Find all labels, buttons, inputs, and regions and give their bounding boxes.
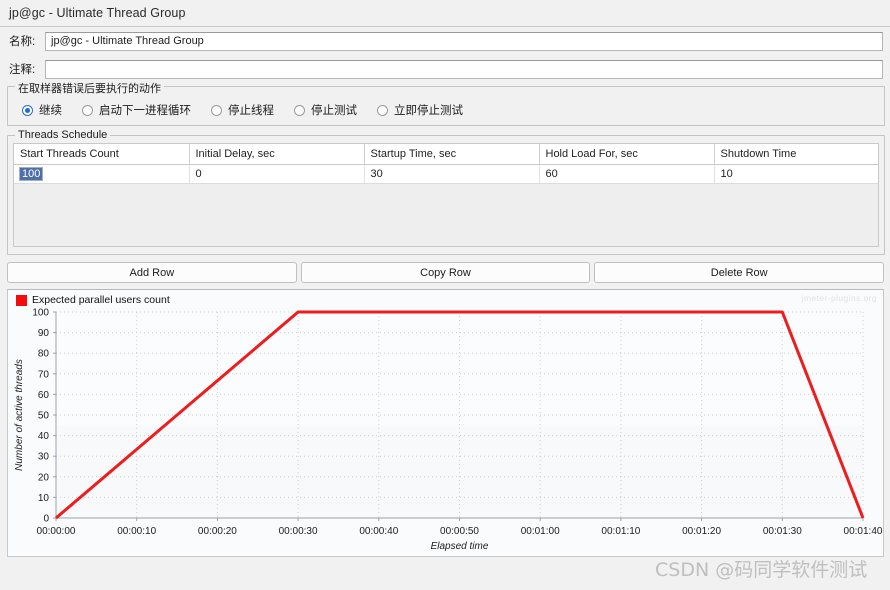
svg-text:40: 40 (38, 431, 50, 442)
svg-text:00:00:20: 00:00:20 (198, 526, 237, 537)
svg-text:10: 10 (38, 493, 50, 504)
threads-schedule-group: Threads Schedule Start Threads Count Ini… (7, 129, 885, 255)
name-input[interactable]: jp@gc - Ultimate Thread Group (45, 31, 883, 51)
svg-text:0: 0 (43, 514, 49, 525)
cell-startup-time[interactable]: 30 (364, 164, 540, 184)
svg-text:00:00:50: 00:00:50 (440, 526, 479, 537)
radio-continue[interactable]: 继续 (22, 102, 62, 118)
page-title: jp@gc - Ultimate Thread Group (9, 6, 186, 20)
column-header-startup-time[interactable]: Startup Time, sec (364, 144, 540, 165)
add-row-button[interactable]: Add Row (7, 262, 297, 283)
column-header-start-threads-count[interactable]: Start Threads Count (14, 144, 190, 165)
svg-text:Elapsed time: Elapsed time (431, 541, 489, 552)
radio-stop-test-now-label: 立即停止测试 (394, 105, 463, 117)
svg-text:00:01:40: 00:01:40 (844, 526, 883, 537)
svg-text:20: 20 (38, 472, 50, 483)
name-label: 名称: (9, 36, 36, 48)
ultimate-thread-group-panel: jp@gc - Ultimate Thread Group 名称: jp@gc … (0, 0, 890, 590)
radio-mark-icon (82, 104, 93, 116)
column-header-shutdown-time[interactable]: Shutdown Time (714, 144, 878, 165)
svg-text:90: 90 (38, 328, 50, 339)
radio-stop-test[interactable]: 停止测试 (294, 102, 357, 118)
delete-row-button[interactable]: Delete Row (594, 262, 885, 283)
cell-start-threads-count-value[interactable]: 100 (18, 167, 44, 181)
panel-titlebar: jp@gc - Ultimate Thread Group (0, 0, 890, 27)
column-header-initial-delay[interactable]: Initial Delay, sec (189, 144, 365, 165)
svg-text:30: 30 (38, 452, 50, 463)
comment-label: 注释: (9, 64, 36, 76)
svg-text:70: 70 (38, 369, 50, 380)
radio-mark-icon (22, 104, 33, 116)
cell-hold-load-for[interactable]: 60 (539, 164, 715, 184)
overlay-watermark: CSDN @码同学软件测试 (655, 559, 868, 581)
threads-schedule-group-title: Threads Schedule (15, 129, 111, 141)
radio-start-next-loop-label: 启动下一进程循环 (99, 105, 191, 117)
radio-mark-icon (377, 104, 388, 116)
expected-load-chart: Expected parallel users count jmeter-plu… (7, 289, 884, 557)
table-header-row: Start Threads Count Initial Delay, sec S… (14, 144, 878, 165)
copy-row-button[interactable]: Copy Row (300, 262, 591, 283)
radio-mark-icon (294, 104, 305, 116)
error-action-group-title: 在取样器错误后要执行的动作 (15, 80, 164, 96)
svg-text:00:01:10: 00:01:10 (601, 526, 640, 537)
svg-text:50: 50 (38, 411, 50, 422)
svg-text:00:00:00: 00:00:00 (37, 526, 76, 537)
radio-stop-thread-label: 停止线程 (228, 105, 274, 117)
radio-stop-thread[interactable]: 停止线程 (211, 102, 274, 118)
threads-schedule-table-wrap: Start Threads Count Initial Delay, sec S… (13, 143, 879, 247)
chart-canvas: 0 10 20 30 40 50 60 70 80 90 100 00:00:00 00:00:10 00… (14, 308, 883, 553)
svg-text:00:01:00: 00:01:00 (521, 526, 560, 537)
radio-continue-label: 继续 (39, 105, 62, 117)
svg-text:00:00:30: 00:00:30 (279, 526, 318, 537)
svg-text:00:01:30: 00:01:30 (763, 526, 802, 537)
table-row[interactable]: 100 0 30 60 10 (14, 164, 878, 184)
radio-stop-test-now[interactable]: 立即停止测试 (377, 102, 463, 118)
svg-text:00:00:10: 00:00:10 (117, 526, 156, 537)
chart-watermark: jmeter-plugins.org (801, 293, 877, 303)
table-action-buttons: Add Row Copy Row Delete Row (7, 262, 885, 283)
threads-schedule-table: Start Threads Count Initial Delay, sec S… (14, 144, 878, 184)
radio-mark-icon (211, 104, 222, 116)
svg-text:100: 100 (32, 308, 49, 319)
svg-text:00:01:20: 00:01:20 (682, 526, 721, 537)
cell-shutdown-time[interactable]: 10 (714, 164, 878, 184)
cell-initial-delay[interactable]: 0 (189, 164, 365, 184)
svg-text:00:00:40: 00:00:40 (359, 526, 398, 537)
radio-start-next-loop[interactable]: 启动下一进程循环 (82, 102, 191, 118)
name-field-row: 名称: jp@gc - Ultimate Thread Group (0, 27, 890, 55)
legend-label: Expected parallel users count (32, 294, 170, 306)
comment-input[interactable] (45, 59, 883, 79)
svg-text:Number of active threads: Number of active threads (14, 359, 25, 471)
column-header-hold-load-for[interactable]: Hold Load For, sec (539, 144, 715, 165)
radio-stop-test-label: 停止测试 (311, 105, 357, 117)
cell-start-threads-count[interactable]: 100 (14, 164, 190, 184)
svg-text:60: 60 (38, 390, 50, 401)
chart-legend: Expected parallel users count (16, 294, 170, 306)
legend-swatch-icon (16, 294, 27, 306)
svg-text:80: 80 (38, 349, 50, 360)
comment-field-row: 注释: (0, 55, 890, 83)
error-action-group: 在取样器错误后要执行的动作 继续 启动下一进程循环 停止线程 停止测试 立即停止… (7, 80, 885, 126)
